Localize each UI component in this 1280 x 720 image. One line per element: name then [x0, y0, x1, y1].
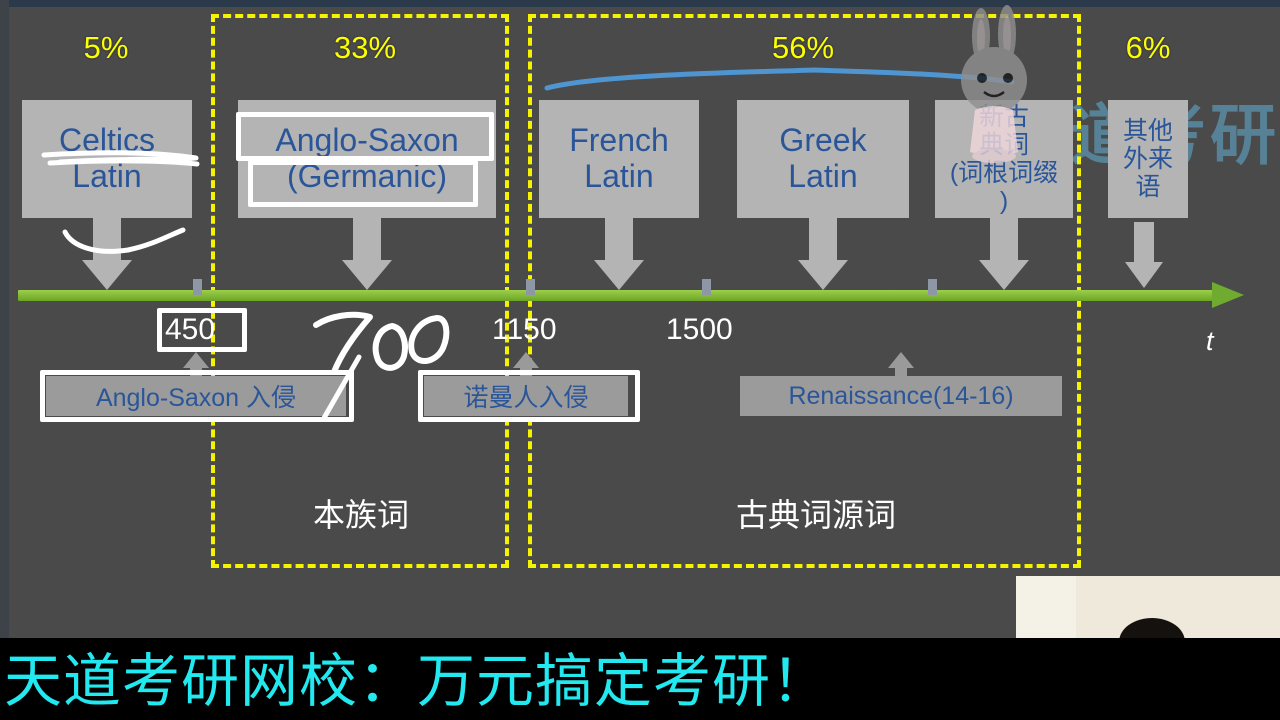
annotation-rect-450 — [157, 308, 247, 352]
annotation-rect-norman-invasion — [418, 370, 640, 422]
timeline-label-1150: 1150 — [492, 313, 557, 346]
percent-label-classical: 56% — [771, 30, 835, 65]
annotation-rect-germanic-label — [248, 160, 478, 207]
source-box-other-loanwords: 其他 外来 语 — [1108, 100, 1188, 218]
event-box-renaissance: Renaissance(14-16) — [740, 376, 1062, 416]
source-box-celtic: Celtics Latin — [22, 100, 192, 218]
source-box-line: (词根词缀 — [949, 159, 1059, 187]
source-box-line: Greek — [779, 122, 867, 159]
down-arrow-anglo-saxon — [342, 218, 392, 290]
timeline-axis-variable: t — [1206, 326, 1214, 356]
source-box-line: Latin — [72, 158, 142, 194]
annotation-rect-anglo-saxon-label — [236, 112, 494, 161]
source-box-line: Latin — [788, 158, 858, 194]
percent-label-other: 6% — [1125, 30, 1171, 65]
slide-canvas: 天道考研 5% 33% 56% 6% Celtics Latin Anglo-S… — [0, 0, 1280, 720]
up-arrow-renaissance — [888, 352, 914, 378]
source-box-line: French — [569, 122, 669, 159]
timeline-label-1500: 1500 — [666, 313, 733, 346]
left-border-strip — [0, 0, 9, 720]
down-arrow-other-loanwords — [1124, 222, 1164, 290]
subtitle-text: 天道考研网校：万元搞定考研！ — [4, 647, 831, 715]
source-box-line: 其他 — [1122, 117, 1173, 145]
timeline-tick — [702, 279, 711, 295]
source-box-french: French Latin — [539, 100, 699, 218]
source-box-line: Latin — [584, 158, 654, 194]
percent-label-celtic: 5% — [83, 30, 129, 65]
timeline-arrowhead — [1212, 282, 1244, 308]
source-box-line: Celtics — [58, 122, 155, 159]
source-box-greek: Greek Latin — [737, 100, 909, 218]
timeline-tick — [928, 279, 937, 295]
down-arrow-greek — [798, 218, 848, 290]
down-arrow-french — [594, 218, 644, 290]
region-caption-classical: 古典词源词 — [735, 497, 896, 533]
timeline-tick — [193, 279, 202, 295]
percent-label-germanic: 33% — [333, 30, 397, 65]
source-box-line: 语 — [1135, 173, 1161, 201]
source-box-line: 典词 — [978, 131, 1029, 159]
region-caption-native: 本族词 — [312, 497, 409, 533]
down-arrow-neoclassical — [979, 218, 1029, 290]
source-box-line: 新古 — [978, 103, 1029, 131]
top-border-strip — [0, 0, 1280, 7]
source-box-line: 外来 — [1122, 145, 1173, 173]
down-arrow-celtic — [82, 218, 132, 290]
source-box-neoclassical: 新古 典词 (词根词缀 ) — [935, 100, 1073, 218]
annotation-rect-anglo-saxon-invasion — [40, 370, 354, 422]
source-box-line: ) — [999, 187, 1009, 215]
timeline-tick — [526, 279, 535, 295]
